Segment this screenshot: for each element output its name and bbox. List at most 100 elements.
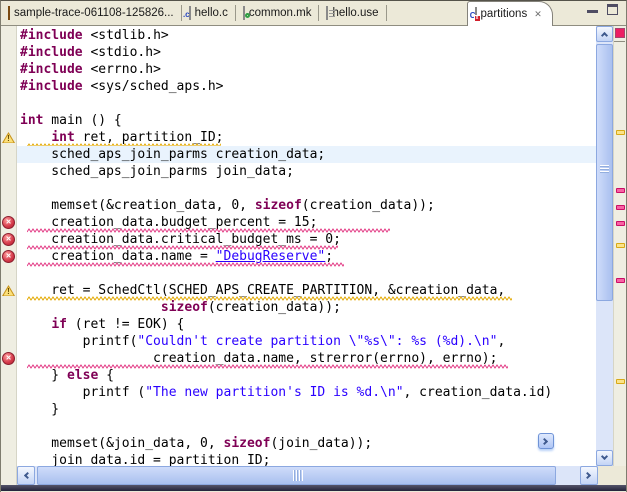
code-token: sched_aps_join_parms creation_data; [20, 147, 325, 162]
code-line[interactable]: creation_data.critical_budget_ms = 0; [17, 231, 596, 248]
code-line[interactable]: } else { [17, 367, 596, 384]
trace-icon [8, 7, 10, 19]
bottom-row [1, 466, 626, 485]
code-line[interactable]: join_data.id = partition_ID; [17, 452, 596, 466]
error-mark[interactable] [616, 205, 625, 210]
code-token: main () { [43, 113, 121, 128]
code-line[interactable]: memset(&creation_data, 0, sizeof(creatio… [17, 197, 596, 214]
ruler-divider [614, 41, 625, 42]
close-icon[interactable]: ✕ [534, 10, 542, 19]
code-token: <sys/sched_aps.h> [83, 79, 224, 94]
code-line[interactable]: creation_data.name = "DebugReserve"; [17, 248, 596, 265]
horizontal-scroll-track[interactable] [35, 466, 580, 485]
error-icon[interactable]: ✕ [2, 233, 15, 246]
code-token: memset(&join_data, 0, [20, 436, 224, 451]
warning-mark[interactable] [616, 379, 625, 384]
tab-gap [387, 1, 467, 25]
keyword-token: else [67, 368, 98, 383]
code-token [20, 300, 161, 315]
code-line[interactable]: ret = SchedCtl(SCHED_APS_CREATE_PARTITIO… [17, 282, 596, 299]
code-editor[interactable]: #include <stdlib.h>#include <stdio.h>#in… [17, 26, 596, 466]
code-line[interactable]: sched_aps_join_parms join_data; [17, 163, 596, 180]
code-token [20, 317, 51, 332]
code-line[interactable]: int ret, partition_ID; [17, 129, 596, 146]
code-line[interactable] [17, 95, 596, 112]
keyword-token: #include [20, 45, 83, 60]
error-mark[interactable] [616, 278, 625, 283]
bottom-right-corner [598, 466, 626, 485]
tab-sample-trace[interactable]: sample-trace-061108-125826... [1, 1, 181, 25]
tab-partitions[interactable]: Cx partitions ✕ [467, 1, 553, 26]
warning-mark[interactable] [616, 130, 625, 135]
code-line[interactable]: } [17, 401, 596, 418]
error-mark[interactable] [616, 221, 625, 226]
tab-bar: sample-trace-061108-125826... .c hello.c… [1, 1, 626, 26]
tab-hello-c[interactable]: .c hello.c [182, 1, 235, 25]
code-line[interactable]: #include <stdlib.h> [17, 27, 596, 44]
code-line[interactable]: #include <stdio.h> [17, 44, 596, 61]
thumb-grip [600, 165, 609, 174]
code-line[interactable] [17, 418, 596, 435]
code-line[interactable]: printf("Couldn't create partition \"%s\"… [17, 333, 596, 350]
code-line[interactable]: creation_data.budget_percent = 15; [17, 214, 596, 231]
code-line[interactable]: memset(&join_data, 0, sizeof(join_data))… [17, 435, 596, 452]
code-line[interactable]: sched_aps_join_parms creation_data; [17, 146, 596, 163]
maximize-icon[interactable] [607, 4, 618, 15]
chevron-right-icon [541, 437, 548, 444]
keyword-token: #include [20, 62, 83, 77]
code-token: join_data.id = partition_ID; [20, 453, 270, 466]
error-indicator[interactable] [615, 28, 625, 38]
error-icon[interactable]: ✕ [2, 250, 15, 263]
code-lines: #include <stdlib.h>#include <stdio.h>#in… [17, 27, 596, 466]
code-token: sched_aps_join_parms join_data; [20, 164, 294, 179]
code-token: creation_data.critical_budget_ms = 0; [20, 232, 341, 247]
horizontal-scroll-thumb[interactable] [37, 466, 556, 485]
code-token: (creation_data)); [208, 300, 341, 315]
scroll-down-button[interactable] [596, 450, 613, 466]
code-token: , [497, 334, 505, 349]
code-token: (creation_data)); [302, 198, 435, 213]
scroll-right-button[interactable] [580, 466, 598, 485]
code-token: , creation_data.id) [404, 385, 553, 400]
vertical-scroll-thumb[interactable] [596, 44, 613, 301]
code-line[interactable] [17, 180, 596, 197]
chevron-down-icon [601, 453, 608, 460]
code-token: ret = SchedCtl(SCHED_APS_CREATE_PARTITIO… [20, 283, 505, 298]
expand-more-button[interactable] [538, 433, 554, 449]
minimize-icon[interactable] [587, 4, 598, 13]
chevron-up-icon [601, 32, 608, 39]
tab-label: common.mk [249, 7, 312, 19]
warning-icon[interactable]: ! [2, 131, 15, 144]
code-line[interactable]: creation_data.name, strerror(errno), err… [17, 350, 596, 367]
chevron-right-icon [584, 472, 591, 479]
tab-hello-use[interactable]: hello.use [319, 1, 385, 25]
keyword-token: #include [20, 79, 83, 94]
code-line[interactable]: #include <sys/sched_aps.h> [17, 78, 596, 95]
code-token: <stdio.h> [83, 45, 161, 60]
tab-common-mk[interactable]: common.mk [236, 1, 319, 25]
code-token: memset(&creation_data, 0, [20, 198, 255, 213]
vertical-scroll-track[interactable] [596, 42, 613, 450]
horizontal-scrollbar[interactable] [17, 466, 598, 485]
error-mark[interactable] [616, 188, 625, 193]
code-token: } [20, 368, 67, 383]
code-line[interactable]: if (ret != EOK) { [17, 316, 596, 333]
warning-mark[interactable] [616, 243, 625, 248]
warning-icon[interactable]: ! [2, 284, 15, 297]
c-file-icon: .c [189, 7, 191, 19]
scroll-left-button[interactable] [17, 466, 35, 485]
tab-label: partitions [481, 8, 528, 20]
code-line[interactable]: printf ("The new partition's ID is %d.\n… [17, 384, 596, 401]
vertical-scrollbar[interactable] [596, 26, 613, 466]
keyword-token: int [51, 130, 74, 145]
scroll-up-button[interactable] [596, 26, 613, 42]
code-line[interactable] [17, 265, 596, 282]
error-icon[interactable]: ✕ [2, 352, 15, 365]
error-icon[interactable]: ✕ [2, 216, 15, 229]
code-token: <errno.h> [83, 62, 161, 77]
code-line[interactable]: #include <errno.h> [17, 61, 596, 78]
code-line[interactable]: sizeof(creation_data)); [17, 299, 596, 316]
code-line[interactable]: int main () { [17, 112, 596, 129]
code-token: (ret != EOK) { [67, 317, 184, 332]
string-token: "The new partition's ID is %d.\n" [145, 385, 403, 400]
